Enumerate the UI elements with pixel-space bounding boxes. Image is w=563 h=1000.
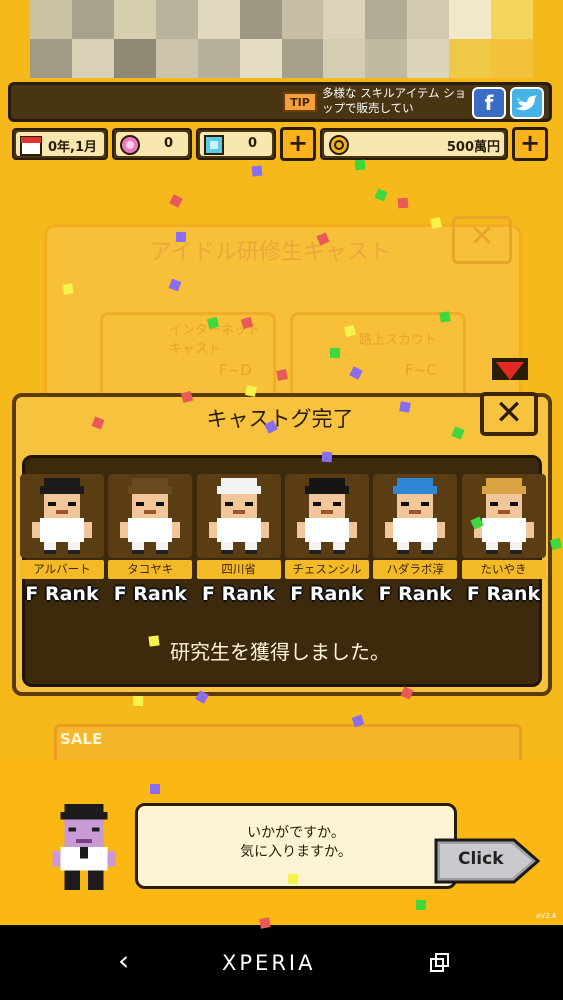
background-card-street-rank: F~C: [405, 361, 437, 379]
confetti-piece: [321, 451, 333, 463]
confetti-piece: [287, 873, 299, 885]
trainee-avatar-icon: [385, 478, 446, 554]
trainee-name: チェスンシル: [284, 560, 369, 579]
trainee-rank: F Rank: [201, 583, 276, 605]
add-money-button[interactable]: +: [512, 127, 548, 161]
confetti-piece: [245, 385, 257, 397]
back-button[interactable]: ‹: [118, 944, 129, 977]
confetti-piece: [132, 695, 144, 707]
pink-gem-counter: 0: [112, 128, 192, 160]
trainee-avatar-icon: [120, 478, 181, 554]
confetti-piece: [62, 283, 74, 295]
date-display: 0年,1月: [12, 128, 108, 160]
background-close-icon: ✕: [452, 216, 512, 264]
pink-gem-icon: [120, 135, 140, 155]
trainee-rank: F Rank: [25, 583, 99, 605]
date-value: 0年,1月: [48, 140, 98, 155]
trainee-card: タコヤキ F Rank: [108, 474, 193, 605]
coin-icon: [329, 135, 349, 155]
tip-badge: TIP: [283, 92, 317, 112]
close-dialog-button[interactable]: ✕: [480, 392, 538, 436]
trainee-card: アルバート F Rank: [20, 474, 104, 605]
pink-gem-value: 0: [164, 136, 174, 151]
twitter-bird-icon: [516, 95, 537, 111]
trainee-portrait: [461, 474, 546, 558]
trainee-rank: F Rank: [466, 583, 541, 605]
background-card-street: 路上スカウト F~C: [290, 312, 466, 404]
manager-npc-avatar: [52, 804, 116, 890]
background-card-street-label: 路上スカウト: [359, 333, 438, 348]
trainee-avatar-icon: [473, 478, 534, 554]
speech-line-1: いかがですか。: [247, 825, 345, 841]
trainee-avatar-icon: [296, 478, 357, 554]
close-icon: ✕: [494, 393, 524, 433]
trainee-name: ハダラボ淳: [373, 560, 458, 579]
twitter-button[interactable]: [510, 87, 544, 119]
confetti-piece: [175, 231, 187, 243]
pixel-mosaic-banner: [30, 0, 533, 78]
money-counter: 500萬円: [320, 128, 508, 160]
confetti-piece: [415, 899, 427, 911]
background-card-internet-label: インターネット キャスト: [169, 323, 261, 357]
trainee-portrait: [373, 474, 458, 558]
confetti-piece: [251, 165, 263, 177]
down-arrow-icon: [492, 358, 528, 380]
brand-label: XPERIA: [222, 951, 316, 975]
confetti-piece: [330, 348, 340, 358]
trainee-avatar-icon: [32, 478, 92, 554]
background-panel-title: アイドル研修生キャスト: [150, 240, 391, 265]
trainee-portrait: [108, 474, 193, 558]
confetti-piece: [276, 369, 288, 381]
add-gems-button[interactable]: +: [280, 127, 316, 161]
tip-bar: [8, 82, 552, 122]
speech-text: いかがですか。 気に入りますか。: [140, 824, 452, 862]
facebook-icon: f: [484, 91, 494, 115]
click-button-label: Click: [458, 849, 504, 869]
trainee-portrait: [20, 474, 104, 558]
blue-gem-value: 0: [248, 136, 258, 151]
confetti-piece: [148, 635, 160, 647]
confetti-piece: [439, 311, 451, 323]
trainee-name: タコヤキ: [108, 560, 193, 579]
trainee-card: チェスンシル F Rank: [284, 474, 369, 605]
speech-line-2: 気に入りますか。: [240, 844, 352, 860]
confetti-piece: [169, 194, 183, 208]
click-button[interactable]: Click: [434, 836, 540, 886]
confetti-piece: [399, 401, 411, 413]
trainee-name: アルバート: [20, 560, 104, 579]
dialog-title: キャストグ完了: [206, 407, 354, 431]
blue-gem-counter: 0: [196, 128, 276, 160]
trainee-card: たいやき F Rank: [461, 474, 546, 605]
facebook-button[interactable]: f: [472, 87, 506, 119]
confetti-piece: [374, 188, 388, 202]
trainee-name: たいやき: [461, 560, 546, 579]
back-arrow-icon: ‹: [118, 944, 130, 977]
acquired-message: 研究生を獲得しました。: [170, 640, 390, 664]
trainee-portrait: [196, 474, 281, 558]
recent-apps-button[interactable]: [430, 953, 450, 973]
money-value: 500萬円: [446, 140, 500, 155]
blue-gem-icon: [204, 135, 224, 155]
trainee-card: ハダラボ淳 F Rank: [373, 474, 458, 605]
tip-message: 多様な スキルアイテム ショップで販売してい: [322, 86, 467, 115]
trainee-portrait: [284, 474, 369, 558]
trainee-name: 四川省: [196, 560, 281, 579]
trainee-rank: F Rank: [378, 583, 452, 605]
background-sale-label: SALE: [60, 730, 103, 748]
confetti-piece: [259, 917, 271, 929]
confetti-piece: [354, 159, 366, 171]
calendar-icon: [20, 136, 42, 156]
trainee-rank: F Rank: [290, 583, 364, 605]
trainee-rank: F Rank: [113, 583, 187, 605]
confetti-piece: [550, 538, 562, 550]
confetti-piece: [150, 784, 160, 794]
trainee-card: 四川省 F Rank: [196, 474, 281, 605]
version-label: aV2.4: [536, 912, 557, 920]
trainee-avatar-icon: [208, 478, 269, 554]
confetti-piece: [397, 197, 409, 209]
background-card-internet-rank: F~D: [219, 361, 252, 379]
